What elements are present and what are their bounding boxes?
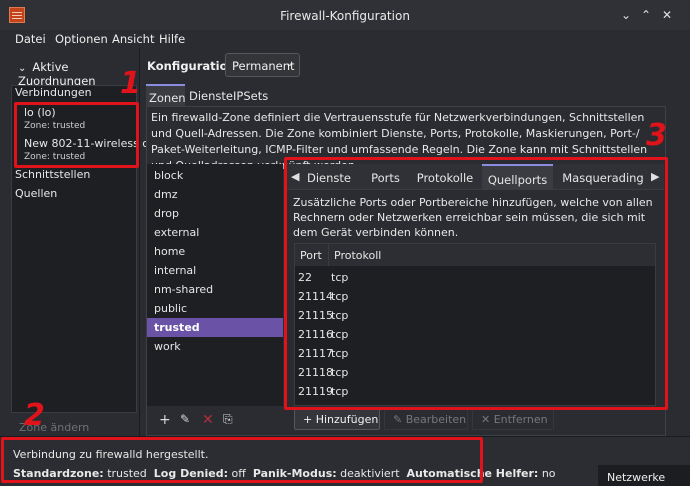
edit-port-button[interactable]: ✎ Bearbeiten <box>384 408 468 430</box>
remove-zone-icon[interactable]: ✕ <box>202 412 214 428</box>
zone-item-block[interactable]: block <box>147 166 283 185</box>
annotation-number-3: 3 <box>646 118 667 153</box>
menu-bar: Datei Optionen Ansicht Hilfe <box>0 30 690 48</box>
zone-item-trusted[interactable]: trusted <box>147 318 283 337</box>
zone-list[interactable]: block dmz drop external home internal nm… <box>147 164 283 406</box>
remove-port-button[interactable]: ✕ Entfernen <box>472 408 554 430</box>
menu-optionen[interactable]: Optionen <box>55 32 108 46</box>
tab-ipsets[interactable]: IPSets <box>230 84 270 106</box>
close-button[interactable]: ✕ <box>662 8 672 22</box>
menu-ansicht[interactable]: Ansicht <box>112 32 154 46</box>
zone-item-drop[interactable]: drop <box>147 204 283 223</box>
load-defaults-icon[interactable]: ⎘ <box>223 412 233 427</box>
zone-item-public[interactable]: public <box>147 299 283 318</box>
menu-hilfe[interactable]: Hilfe <box>159 32 185 46</box>
zone-item-external[interactable]: external <box>147 223 283 242</box>
add-port-label: Hinzufügen <box>315 413 379 426</box>
maximize-button[interactable]: ⌃ <box>641 8 651 22</box>
tab-zonen[interactable]: Zonen <box>146 84 186 106</box>
plus-icon: + <box>303 413 316 426</box>
zone-item-home[interactable]: home <box>147 242 283 261</box>
pencil-icon: ✎ <box>393 413 406 426</box>
chevron-down-icon: ⌄ <box>285 58 294 69</box>
chevron-down-icon: ⌄ <box>18 63 27 74</box>
interfaces-header[interactable]: Schnittstellen <box>15 168 90 181</box>
active-bindings-label: Aktive Zuordnungen <box>18 60 96 88</box>
menu-datei[interactable]: Datei <box>15 32 46 46</box>
title-bar: Firewall-Konfiguration ⌄ ⌃ ✕ <box>0 0 690 30</box>
sources-header[interactable]: Quellen <box>15 187 57 200</box>
annotation-number-1: 1 <box>120 66 141 101</box>
connections-header: Verbindungen <box>15 86 92 99</box>
edit-port-label: Bearbeiten <box>405 413 467 426</box>
zone-item-nm-shared[interactable]: nm-shared <box>147 280 283 299</box>
remove-port-label: Entfernen <box>493 413 548 426</box>
edit-zone-icon[interactable]: ✎ <box>180 412 190 426</box>
minimize-button[interactable]: ⌄ <box>621 8 631 22</box>
annotation-number-2: 2 <box>24 398 45 433</box>
window-title: Firewall-Konfiguration <box>280 9 410 23</box>
zone-item-work[interactable]: work <box>147 337 283 356</box>
add-port-button[interactable]: + Hinzufügen <box>294 408 380 430</box>
annotation-box-2 <box>1 437 483 483</box>
annotation-box-3 <box>284 157 668 410</box>
auto-helper-value: no <box>541 467 556 480</box>
config-select[interactable]: Permanent ⌄ <box>225 53 300 77</box>
zone-item-internal[interactable]: internal <box>147 261 283 280</box>
tab-dienste[interactable]: Dienste <box>186 84 233 106</box>
add-zone-icon[interactable]: + <box>159 412 171 428</box>
annotation-box-1 <box>14 102 139 168</box>
network-notification[interactable]: Netzwerke <box>598 465 690 486</box>
close-icon: ✕ <box>481 413 494 426</box>
zone-item-dmz[interactable]: dmz <box>147 185 283 204</box>
